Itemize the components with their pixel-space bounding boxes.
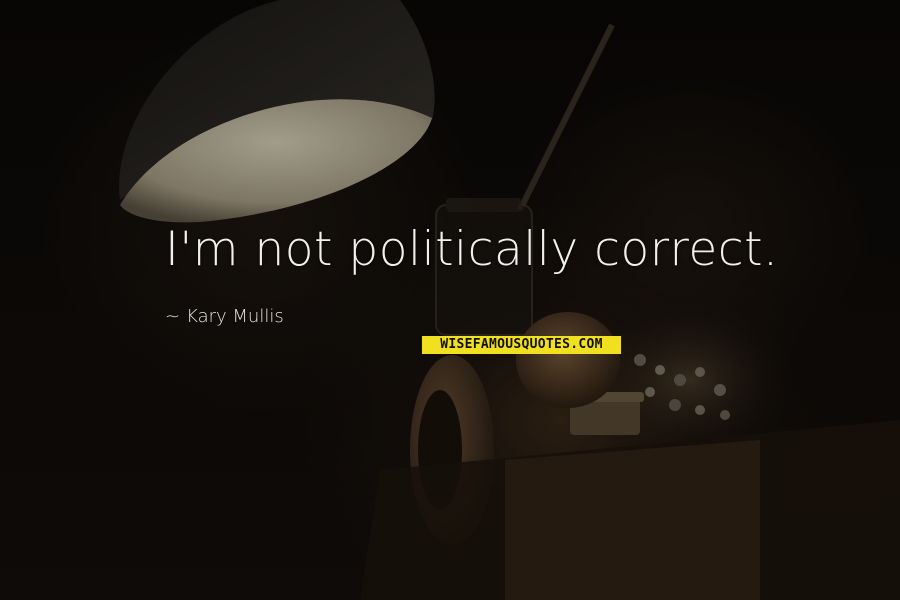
quote-author: ~ Kary Mullis [165,306,284,327]
quote-text: I'm not politically correct. [165,222,779,277]
author-tilde: ~ [165,306,181,327]
watermark-label: WISEFAMOUSQUOTES.COM [422,336,621,354]
author-name: Kary Mullis [186,306,284,327]
quote-image: I'm not politically correct. ~ Kary Mulli… [0,0,900,600]
background-photo [0,0,900,600]
